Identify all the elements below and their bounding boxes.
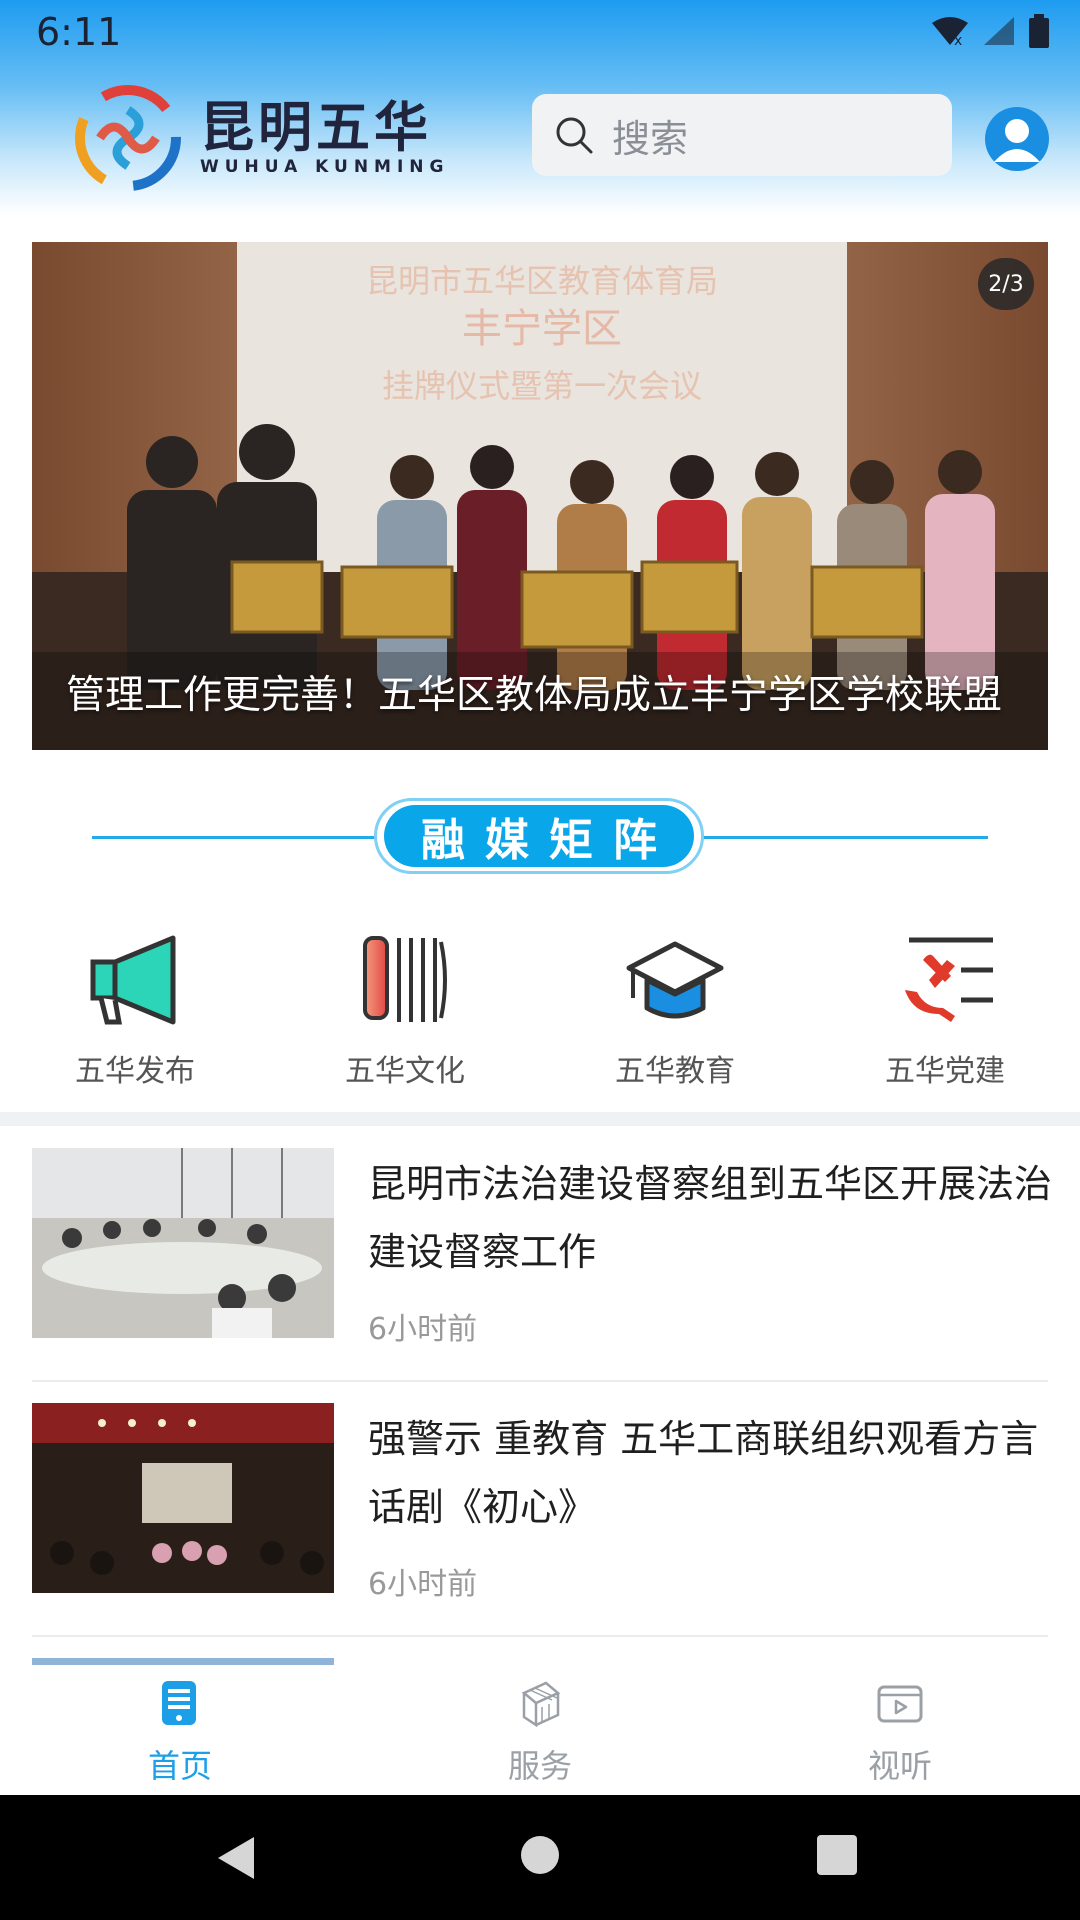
matrix-item-wuhua-culture[interactable]: 五华文化 bbox=[305, 930, 505, 1090]
system-navigation-bar bbox=[0, 1795, 1080, 1920]
news-time: 6小时前 bbox=[368, 1567, 478, 1602]
banner-photo-line3: 挂牌仪式暨第一次会议 bbox=[382, 367, 702, 405]
bottom-tab-bar: 首页 服务 视听 bbox=[0, 1665, 1080, 1795]
wifi-icon: x bbox=[932, 17, 968, 47]
matrix-item-wuhua-release[interactable]: 五华发布 bbox=[35, 930, 235, 1090]
svg-text:x: x bbox=[954, 33, 962, 47]
news-list-item[interactable]: 昆明市法治建设督察组到五华区开展法治建设督察工作 6小时前 bbox=[32, 1148, 1052, 1402]
tab-home[interactable]: 首页 bbox=[80, 1679, 280, 1787]
signal-icon bbox=[984, 17, 1014, 45]
news-separator bbox=[32, 1380, 1048, 1382]
matrix-label: 五华党建 bbox=[885, 1054, 1005, 1089]
tab-services[interactable]: 服务 bbox=[440, 1679, 640, 1787]
home-document-icon bbox=[162, 1681, 196, 1725]
news-time: 6小时前 bbox=[368, 1312, 478, 1347]
matrix-label: 五华发布 bbox=[75, 1054, 195, 1089]
video-player-icon bbox=[877, 1685, 923, 1723]
banner-caption[interactable]: 管理工作更完善！五华区教体局成立丰宁学区学校联盟 bbox=[66, 664, 1002, 720]
status-bar: 6:11 x bbox=[0, 0, 1080, 64]
logo-chinese-text: 昆明五华 bbox=[200, 96, 432, 159]
news-thumbnail bbox=[32, 1148, 334, 1338]
matrix-item-wuhua-education[interactable]: 五华教育 bbox=[575, 930, 775, 1090]
logo-english-text: WUHUA KUNMING bbox=[200, 157, 450, 177]
search-icon bbox=[556, 117, 593, 154]
search-input[interactable]: 搜索 bbox=[532, 94, 952, 176]
app-logo[interactable]: 昆明五华 WUHUA KUNMING bbox=[70, 80, 449, 196]
section-header: 融媒矩阵 bbox=[92, 794, 988, 880]
home-icon[interactable] bbox=[520, 1835, 560, 1875]
section-divider bbox=[0, 1112, 1080, 1126]
party-emblem-icon bbox=[905, 937, 993, 1022]
tab-label: 视听 bbox=[867, 1747, 932, 1785]
status-icons: x bbox=[930, 14, 1050, 48]
tab-label: 服务 bbox=[507, 1747, 572, 1785]
search-placeholder: 搜索 bbox=[612, 116, 689, 161]
logo-swirl-icon bbox=[75, 85, 181, 191]
status-time: 6:11 bbox=[36, 10, 122, 54]
banner-photo-line2: 丰宁学区 bbox=[462, 306, 622, 352]
graduation-cap-icon bbox=[626, 941, 724, 1019]
matrix-label: 五华文化 bbox=[345, 1054, 465, 1089]
banner-carousel[interactable]: 昆明市五华区教育体育局 丰宁学区 挂牌仪式暨第一次会议 2/3 管理工作更完善！… bbox=[32, 242, 1048, 750]
tab-audio-video[interactable]: 视听 bbox=[800, 1679, 1000, 1787]
battery-icon bbox=[1029, 14, 1049, 48]
banner-page-indicator: 2/3 bbox=[978, 258, 1034, 310]
user-avatar-icon[interactable] bbox=[984, 106, 1050, 172]
news-thumbnail bbox=[32, 1403, 334, 1593]
news-list-item[interactable]: 强警示 重教育 五华工商联组织观看方言话剧《初心》 6小时前 bbox=[32, 1403, 1048, 1657]
media-matrix: 五华发布 五华文化 五华教育 五华党建 bbox=[0, 930, 1080, 1090]
section-title: 融媒矩阵 bbox=[384, 805, 694, 867]
culture-columns-icon bbox=[363, 936, 447, 1022]
tab-label: 首页 bbox=[147, 1747, 212, 1785]
section-title-pill: 融媒矩阵 bbox=[374, 798, 704, 874]
news-separator bbox=[32, 1635, 1048, 1637]
service-cube-icon bbox=[521, 1681, 561, 1727]
app-header: 昆明五华 WUHUA KUNMING 搜索 bbox=[0, 72, 1080, 202]
banner-photo-line1: 昆明市五华区教育体育局 bbox=[366, 262, 718, 300]
matrix-label: 五华教育 bbox=[615, 1054, 735, 1089]
news-title[interactable]: 强警示 重教育 五华工商联组织观看方言话剧《初心》 bbox=[368, 1405, 1058, 1541]
news-title[interactable]: 昆明市法治建设督察组到五华区开展法治建设督察工作 bbox=[368, 1150, 1058, 1286]
back-icon[interactable] bbox=[214, 1835, 260, 1881]
matrix-item-wuhua-party[interactable]: 五华党建 bbox=[845, 930, 1045, 1090]
recents-icon[interactable] bbox=[817, 1835, 857, 1875]
megaphone-icon bbox=[90, 935, 176, 1025]
